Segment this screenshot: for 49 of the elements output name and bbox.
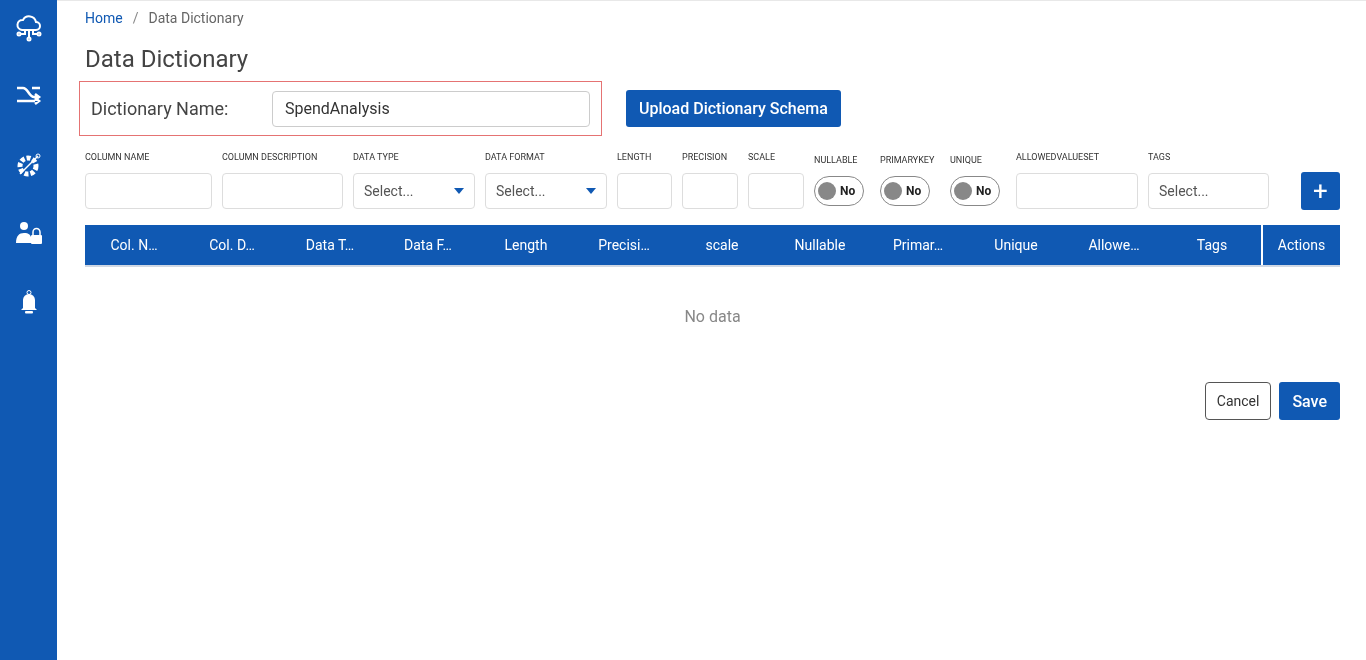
- field-label: COLUMN DESCRIPTION: [222, 152, 319, 163]
- column-header[interactable]: Primar…: [869, 225, 967, 265]
- tags-field[interactable]: Select...: [1148, 173, 1269, 209]
- input-field[interactable]: [1016, 173, 1138, 209]
- field-label: TAGS: [1148, 152, 1172, 163]
- dropdown-field[interactable]: Select...: [485, 173, 607, 209]
- upload-schema-button[interactable]: Upload Dictionary Schema: [626, 90, 841, 127]
- column-header[interactable]: Allowe…: [1065, 225, 1163, 265]
- column-header[interactable]: Tags: [1163, 225, 1261, 265]
- column-header[interactable]: Col. D…: [183, 225, 281, 265]
- column-header[interactable]: Length: [477, 225, 575, 265]
- user-lock-icon[interactable]: [14, 221, 43, 245]
- page-title: Data Dictionary: [85, 45, 250, 73]
- input-field[interactable]: [222, 173, 343, 209]
- add-button[interactable]: +: [1301, 172, 1340, 210]
- cloud-network-icon[interactable]: [14, 14, 43, 42]
- input-field[interactable]: [617, 173, 672, 209]
- column-header[interactable]: Data F…: [379, 225, 477, 265]
- input-field[interactable]: [85, 173, 212, 209]
- field-label: PRECISION: [682, 152, 729, 163]
- column-header[interactable]: Col. N…: [85, 225, 183, 265]
- input-field[interactable]: [682, 173, 738, 209]
- column-header[interactable]: Nullable: [771, 225, 869, 265]
- save-button[interactable]: Save: [1279, 382, 1340, 420]
- column-header: Actions: [1261, 225, 1340, 265]
- field-label: LENGTH: [617, 152, 653, 163]
- gear-icon[interactable]: [15, 152, 42, 178]
- field-label: NULLABLE: [814, 155, 859, 166]
- breadcrumb-link[interactable]: Home: [85, 10, 123, 26]
- breadcrumb-separator: /: [132, 10, 139, 26]
- field-label: DATA FORMAT: [485, 152, 546, 163]
- column-header[interactable]: Data T…: [281, 225, 379, 265]
- field-label: DATA TYPE: [353, 152, 400, 163]
- column-header[interactable]: Unique: [967, 225, 1065, 265]
- breadcrumb-current[interactable]: Data Dictionary: [148, 10, 244, 26]
- dictionary-name-label: Dictionary Name:: [91, 98, 230, 119]
- column-header[interactable]: Precisi…: [575, 225, 673, 265]
- cancel-button[interactable]: Cancel: [1204, 382, 1272, 420]
- field-label: ALLOWEDVALUESET: [1016, 152, 1101, 163]
- caret-icon: [454, 188, 464, 194]
- input-field[interactable]: [748, 173, 804, 209]
- column-header[interactable]: scale: [673, 225, 771, 265]
- caret-icon: [586, 188, 596, 194]
- field-label: UNIQUE: [950, 155, 983, 166]
- dropdown-field[interactable]: Select...: [353, 173, 475, 209]
- dictionary-name-field[interactable]: SpendAnalysis: [272, 90, 590, 127]
- field-label: COLUMN NAME: [85, 152, 151, 163]
- empty-table-message: No data: [683, 307, 742, 326]
- field-label: SCALE: [748, 152, 777, 163]
